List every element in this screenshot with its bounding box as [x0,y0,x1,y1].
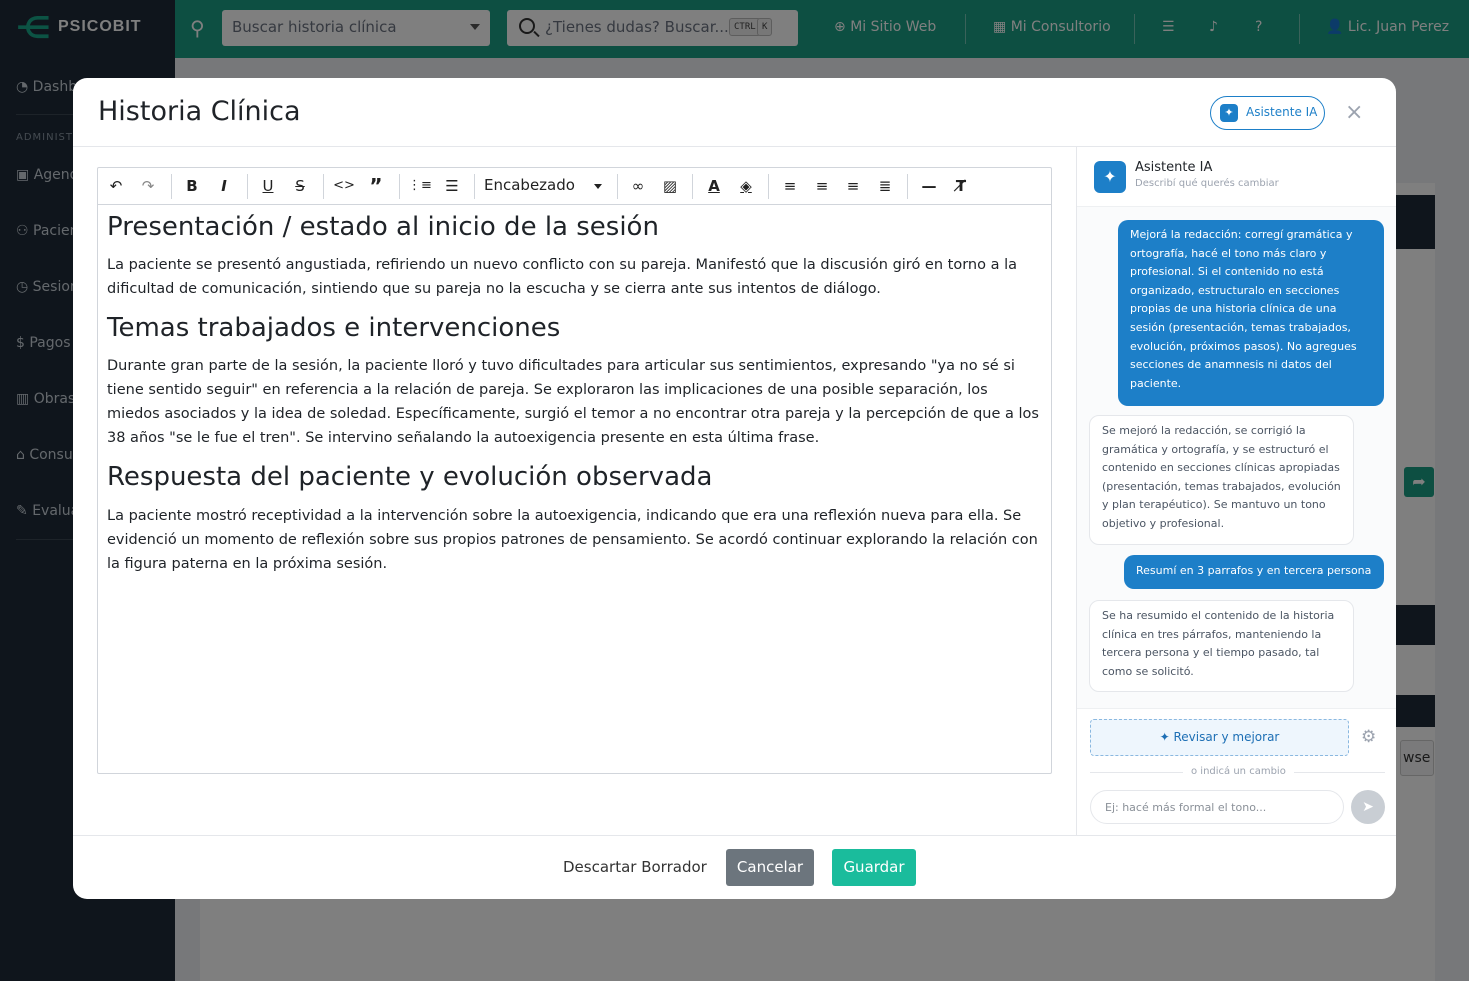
magic-wand-icon: ✦ [1094,161,1126,193]
editor-content[interactable]: Presentación / estado al inicio de la se… [107,212,1042,588]
magic-wand-icon: ✦ [1220,104,1238,122]
modal-title: Historia Clínica [98,96,301,127]
section-heading: Presentación / estado al inicio de la se… [107,212,659,242]
link-icon[interactable]: ∞ [626,175,650,197]
toolbar-divider [768,174,769,199]
section-heading: Respuesta del paciente y evolución obser… [107,462,713,493]
align-center-icon[interactable]: ≡ [810,175,834,197]
heading-select[interactable]: Encabezado [484,176,608,198]
redo-icon[interactable]: ↷ [136,175,160,197]
heading-select-label: Encabezado [484,176,575,194]
editor-toolbar: ↶ ↷ B I U S <> ” ⋮≡ ☰ Encabezado ∞ ▨ A ◈ [98,168,1051,205]
magic-wand-icon: ✦ [1159,730,1174,744]
close-icon[interactable]: × [1345,100,1363,125]
clinical-history-modal: Historia Clínica ✦ Asistente IA × ↶ ↷ B … [73,78,1396,899]
chevron-down-icon [594,184,602,189]
chat-message-assistant: Se ha resumido el contenido de la histor… [1089,600,1354,692]
underline-icon[interactable]: U [256,175,280,197]
or-text: o indicá un cambio [1183,766,1294,777]
cancel-button[interactable]: Cancelar [726,849,814,886]
align-justify-icon[interactable]: ≣ [873,175,897,197]
toolbar-divider [171,174,172,199]
section-heading: Temas trabajados e intervenciones [107,313,561,344]
assistant-subtitle: Describí qué querés cambiar [1135,178,1279,189]
code-icon[interactable]: <> [332,175,356,197]
discard-draft-button[interactable]: Descartar Borrador [563,858,707,876]
gear-icon[interactable]: ⚙ [1361,727,1376,747]
highlight-color-icon[interactable]: ◈ [734,175,758,197]
ai-assistant-panel: ✦ Asistente IA Describí qué querés cambi… [1076,147,1396,835]
section-paragraph: Durante gran parte de la sesión, la paci… [107,358,1039,447]
chat-message-user: Resumí en 3 parrafos y en tercera person… [1124,555,1384,589]
section-paragraph: La paciente mostró receptividad a la int… [107,507,1038,572]
toolbar-divider [474,174,475,199]
ai-assistant-button[interactable]: ✦ Asistente IA [1210,96,1325,130]
toolbar-divider [617,174,618,199]
section-paragraph: La paciente se presentó angustiada, refi… [107,257,1017,298]
bold-icon[interactable]: B [180,175,204,197]
assistant-title: Asistente IA [1135,160,1213,175]
quote-icon[interactable]: ” [364,175,388,197]
assistant-actions: ✦ Revisar y mejorar ⚙ o indicá un cambio… [1077,708,1396,835]
review-improve-label: Revisar y mejorar [1173,730,1280,744]
image-icon[interactable]: ▨ [658,175,682,197]
rich-text-editor: ↶ ↷ B I U S <> ” ⋮≡ ☰ Encabezado ∞ ▨ A ◈ [97,167,1052,774]
italic-icon[interactable]: I [212,175,236,197]
text-color-icon[interactable]: A [702,175,726,197]
horizontal-rule-icon[interactable]: — [917,175,941,197]
assistant-header: ✦ Asistente IA Describí qué querés cambi… [1077,147,1396,207]
change-request-input[interactable] [1090,790,1344,824]
align-left-icon[interactable]: ≡ [778,175,802,197]
clear-format-icon[interactable]: T̸ [949,175,973,197]
send-icon[interactable]: ➤ [1351,790,1385,824]
modal-footer: Descartar Borrador Cancelar Guardar [73,835,1396,899]
toolbar-divider [323,174,324,199]
chat-message-assistant: Se mejoró la redacción, se corrigió la g… [1089,415,1354,545]
toolbar-divider [399,174,400,199]
review-improve-button[interactable]: ✦ Revisar y mejorar [1090,719,1349,756]
toolbar-divider [692,174,693,199]
strikethrough-icon[interactable]: S [288,175,312,197]
bullet-list-icon[interactable]: ☰ [440,175,464,197]
ordered-list-icon[interactable]: ⋮≡ [408,175,432,197]
align-right-icon[interactable]: ≡ [841,175,865,197]
toolbar-divider [907,174,908,199]
undo-icon[interactable]: ↶ [104,175,128,197]
ai-assistant-button-label: Asistente IA [1246,105,1318,119]
chat-message-user: Mejorá la redacción: corregí gramática y… [1118,220,1384,406]
save-button[interactable]: Guardar [832,849,916,886]
toolbar-divider [247,174,248,199]
modal-header: Historia Clínica ✦ Asistente IA × [73,78,1396,147]
